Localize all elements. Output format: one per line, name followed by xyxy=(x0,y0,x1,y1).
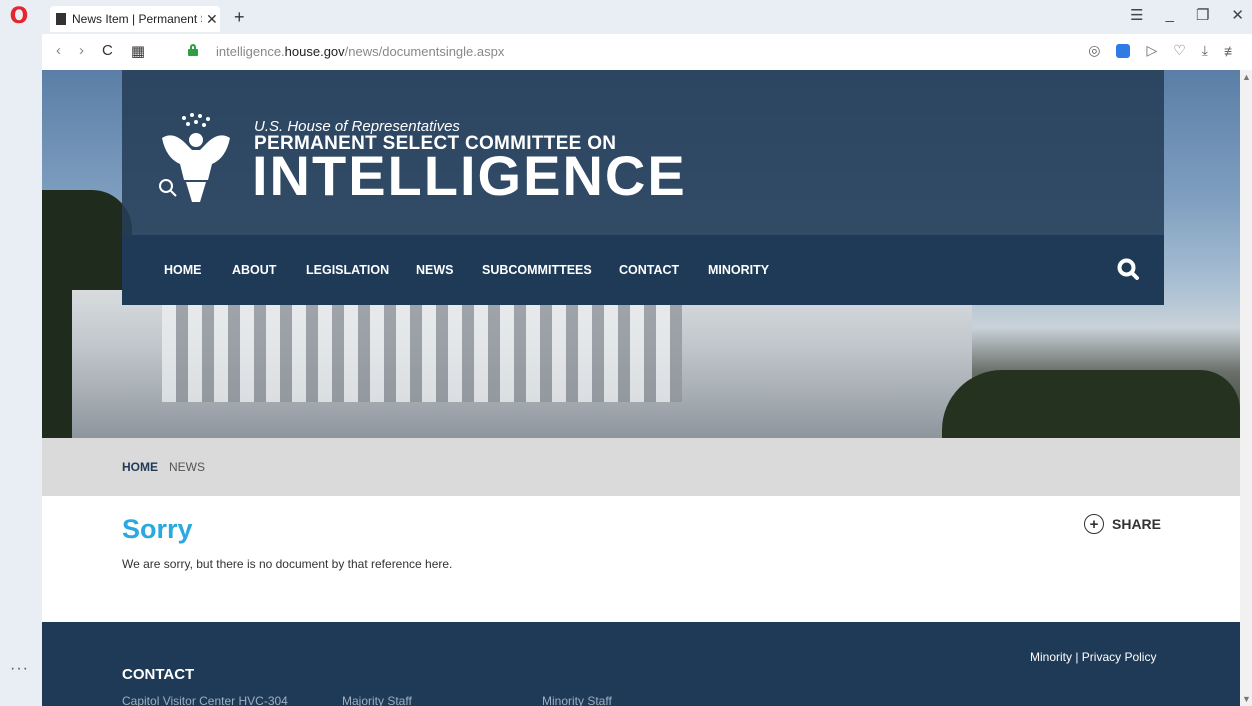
nav-legislation[interactable]: LEGISLATION xyxy=(306,263,389,277)
share-label: SHARE xyxy=(1112,516,1162,532)
site-header: U.S. House of Representatives PERMANENT … xyxy=(122,70,1164,235)
opera-logo-icon[interactable]: O xyxy=(8,6,30,28)
breadcrumb-current: NEWS xyxy=(169,460,205,474)
page-message: We are sorry, but there is no document b… xyxy=(122,557,453,571)
browser-sidebar: O ··· xyxy=(0,0,42,706)
search-icon[interactable] xyxy=(1116,257,1140,281)
adblock-shield-icon[interactable] xyxy=(1116,43,1131,58)
tab-close-icon[interactable]: ✕ xyxy=(206,11,218,28)
hero-trees-right xyxy=(942,370,1240,438)
page-scrollbar[interactable]: ▲ ▼ xyxy=(1240,70,1252,706)
footer-links[interactable]: Minority | Privacy Policy xyxy=(1030,650,1156,664)
footer-address: Capitol Visitor Center HVC-304 xyxy=(122,694,288,706)
nav-about[interactable]: ABOUT xyxy=(232,263,276,277)
main-nav: HOME ABOUT LEGISLATION NEWS SUBCOMMITTEE… xyxy=(122,235,1164,305)
page-viewport: U.S. House of Representatives PERMANENT … xyxy=(42,70,1240,706)
lock-icon[interactable] xyxy=(188,44,198,56)
page-icon xyxy=(56,13,66,25)
breadcrumb-home[interactable]: HOME xyxy=(122,460,158,474)
plus-circle-icon: + xyxy=(1084,514,1104,534)
footer-contact-heading: CONTACT xyxy=(122,666,195,683)
capitol-columns xyxy=(162,302,682,402)
browser-tab[interactable]: News Item | Permanent Sel ✕ xyxy=(50,6,220,32)
nav-home[interactable]: HOME xyxy=(164,263,202,277)
download-icon[interactable]: ⤓ xyxy=(1202,42,1208,59)
send-icon[interactable]: ▷ xyxy=(1146,42,1157,59)
window-controls: ☰ _ ❐ ✕ xyxy=(1130,6,1244,24)
eagle-seal-icon[interactable] xyxy=(154,110,238,206)
nav-minority[interactable]: MINORITY xyxy=(708,263,769,277)
address-bar: ‹ › C ▦ intelligence.house.gov/news/docu… xyxy=(42,34,1252,71)
footer-minority-staff: Minority Staff xyxy=(542,694,612,706)
address-bar-actions: ◎ ▷ ♡ ⤓ ≢ xyxy=(1088,42,1238,59)
settings-sliders-icon[interactable]: ≢ xyxy=(1224,43,1238,59)
forward-icon[interactable]: › xyxy=(79,42,84,60)
site-footer: Minority | Privacy Policy CONTACT Capito… xyxy=(42,622,1240,706)
snapshot-icon[interactable]: ◎ xyxy=(1088,42,1100,59)
footer-majority-staff: Majority Staff xyxy=(342,694,412,706)
speed-dial-icon[interactable]: ▦ xyxy=(131,42,145,60)
share-button[interactable]: + SHARE xyxy=(1084,514,1161,534)
nav-buttons: ‹ › C ▦ xyxy=(56,42,145,60)
nav-news[interactable]: NEWS xyxy=(416,263,454,277)
breadcrumb: HOME NEWS xyxy=(42,438,1240,496)
tab-strip: News Item | Permanent Sel ✕ + ☰ _ ❐ ✕ xyxy=(42,0,1252,34)
tab-title: News Item | Permanent Sel xyxy=(72,12,202,26)
nav-contact[interactable]: CONTACT xyxy=(619,263,679,277)
restore-icon[interactable]: ❐ xyxy=(1196,6,1209,24)
close-window-icon[interactable]: ✕ xyxy=(1231,6,1244,24)
scroll-down-icon[interactable]: ▼ xyxy=(1242,694,1251,704)
url-field[interactable]: intelligence.house.gov/news/documentsing… xyxy=(216,44,504,59)
minimize-icon[interactable]: _ xyxy=(1166,6,1174,24)
page-title: Sorry xyxy=(122,514,193,544)
reload-icon[interactable]: C xyxy=(102,42,113,60)
sidebar-more-icon[interactable]: ··· xyxy=(10,660,29,678)
nav-subcommittees[interactable]: SUBCOMMITTEES xyxy=(482,263,592,277)
back-icon[interactable]: ‹ xyxy=(56,42,61,60)
scroll-up-icon[interactable]: ▲ xyxy=(1242,72,1251,82)
easy-setup-icon[interactable]: ☰ xyxy=(1130,6,1143,24)
site-title-big[interactable]: INTELLIGENCE xyxy=(252,148,687,204)
hero-banner: U.S. House of Representatives PERMANENT … xyxy=(42,70,1240,438)
heart-icon[interactable]: ♡ xyxy=(1173,42,1186,59)
new-tab-icon[interactable]: + xyxy=(234,7,245,28)
